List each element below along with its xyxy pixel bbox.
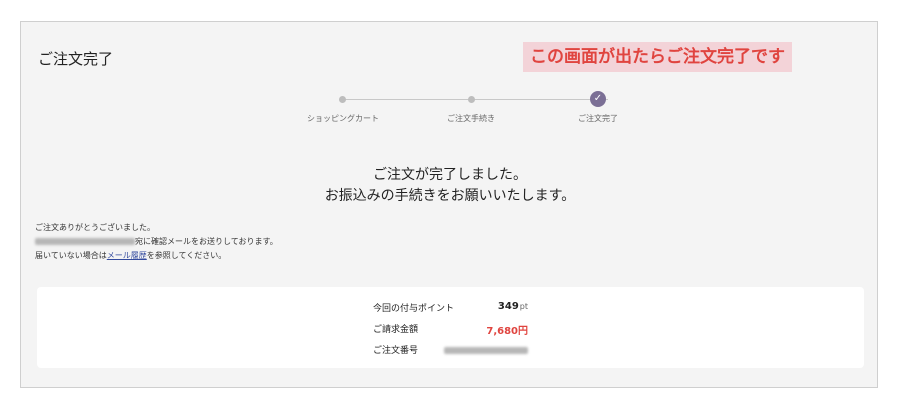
completion-message: ご注文が完了しました。 bbox=[373, 167, 527, 183]
not-received-suffix: を参照してください。 bbox=[146, 251, 227, 260]
step-dot-cart bbox=[339, 96, 346, 103]
email-sent-note: 宛に確認メールをお送りしております。 bbox=[35, 236, 278, 247]
points-number: 349 bbox=[497, 301, 519, 312]
step-label-cart: ショッピングカート bbox=[307, 114, 379, 123]
thanks-note: ご注文ありがとうございました。 bbox=[35, 223, 155, 232]
mail-history-link[interactable]: メール履歴 bbox=[107, 251, 147, 260]
order-number-label: ご注文番号 bbox=[373, 346, 419, 356]
annotation-callout: この画面が出たらご注文完了です bbox=[523, 42, 792, 72]
page-title: ご注文完了 bbox=[38, 50, 114, 68]
email-sent-text: 宛に確認メールをお送りしております。 bbox=[135, 237, 278, 246]
redacted-order-number bbox=[444, 346, 528, 354]
stepper-track bbox=[342, 99, 608, 100]
order-complete-panel: ご注文完了 この画面が出たらご注文完了です ✓ ショッピングカート ご注文手続き… bbox=[20, 21, 878, 388]
order-number-value bbox=[444, 345, 528, 356]
not-received-prefix: 届いていない場合は bbox=[35, 251, 107, 260]
checkout-stepper: ✓ ショッピングカート ご注文手続き ご注文完了 bbox=[276, 91, 618, 133]
amount-value: 7,680円 bbox=[486, 326, 528, 337]
transfer-instruction: お振込みの手続きをお願いいたします。 bbox=[324, 188, 576, 204]
step-label-complete: ご注文完了 bbox=[578, 114, 618, 123]
not-received-note: 届いていない場合はメール履歴を参照してください。 bbox=[35, 250, 226, 261]
amount-label: ご請求金額 bbox=[373, 325, 419, 335]
step-check-icon: ✓ bbox=[590, 91, 606, 107]
order-summary-card: 今回の付与ポイント 349pt ご請求金額 7,680円 ご注文番号 bbox=[37, 287, 864, 368]
redacted-email bbox=[35, 238, 135, 245]
step-dot-procedure bbox=[468, 96, 475, 103]
points-label: 今回の付与ポイント bbox=[373, 304, 455, 314]
points-unit: pt bbox=[519, 302, 528, 311]
step-label-procedure: ご注文手続き bbox=[447, 114, 495, 123]
points-value: 349pt bbox=[498, 301, 528, 312]
